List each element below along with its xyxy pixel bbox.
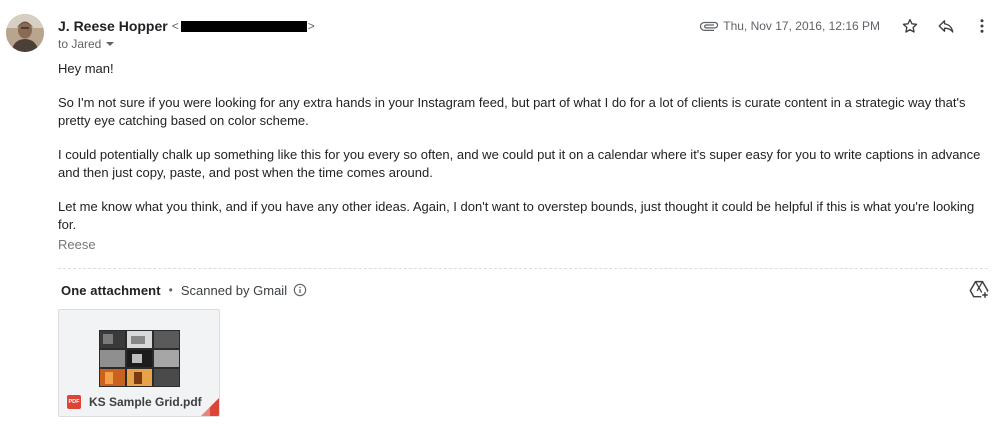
- attachment-count: One attachment: [61, 282, 161, 298]
- redacted-email-block: [180, 20, 307, 32]
- sender-name[interactable]: J. Reese Hopper: [58, 18, 168, 34]
- file-type-corner-icon: [201, 398, 219, 416]
- attachment-file-name: KS Sample Grid.pdf: [89, 395, 202, 409]
- scanned-label: Scanned by Gmail: [180, 282, 288, 298]
- paragraph-1: So I'm not sure if you were looking for …: [58, 95, 966, 128]
- attachment-card[interactable]: PDF KS Sample Grid.pdf: [58, 309, 220, 417]
- message-body: Hey man! So I'm not sure if you were loo…: [58, 60, 990, 234]
- sender-email[interactable]: < >: [172, 19, 315, 33]
- separator-dot: •: [168, 283, 173, 297]
- attachment-thumbnail: [59, 310, 219, 387]
- more-options-button[interactable]: [964, 14, 1000, 38]
- sender-avatar[interactable]: [6, 14, 44, 52]
- reply-icon: [938, 20, 954, 33]
- grid-preview-image: [99, 330, 180, 387]
- attachment-divider: [58, 268, 988, 269]
- message-date: Thu, Nov 17, 2016, 12:16 PM: [723, 19, 880, 33]
- message-header-actions: Thu, Nov 17, 2016, 12:16 PM: [699, 14, 1000, 38]
- more-vert-icon: [980, 19, 984, 33]
- paragraph-2: I could potentially chalk up something l…: [58, 147, 981, 180]
- pdf-file-icon: PDF: [67, 395, 81, 409]
- greeting: Hey man!: [58, 61, 114, 76]
- recipient-details-toggle[interactable]: to Jared: [58, 37, 115, 51]
- sender-email-open: <: [171, 19, 179, 33]
- sender-email-close: >: [307, 19, 315, 33]
- add-to-drive-icon[interactable]: [968, 278, 990, 300]
- attachment-file-bar: PDF KS Sample Grid.pdf: [59, 387, 219, 416]
- caret-down-icon: [106, 42, 115, 46]
- sender-line: J. Reese Hopper < >: [58, 17, 315, 35]
- signature: Reese: [58, 237, 96, 252]
- recipient-label: to Jared: [58, 37, 102, 51]
- attachments-header: One attachment • Scanned by Gmail: [61, 281, 307, 299]
- paperclip-icon: [699, 16, 719, 36]
- star-icon: [902, 18, 918, 33]
- paragraph-3: Let me know what you think, and if you h…: [58, 199, 975, 232]
- reply-button[interactable]: [928, 14, 964, 38]
- star-button[interactable]: [892, 14, 928, 38]
- info-icon[interactable]: [293, 283, 307, 297]
